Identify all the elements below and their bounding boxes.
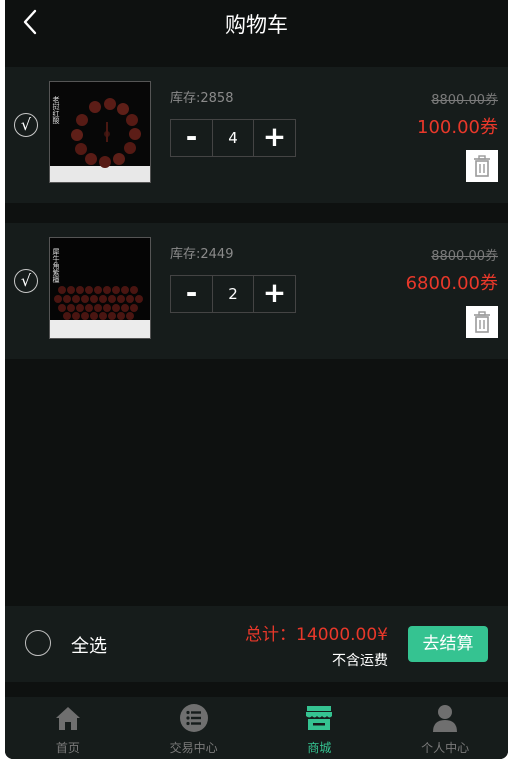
cart-item: √ 犀牛角紫檀 库存:2449 - 2 + 8800.00券 6800.00券 (5, 223, 508, 359)
quantity-stepper: - 2 + (170, 275, 296, 313)
quantity-stepper: - 4 + (170, 119, 296, 157)
checkout-button[interactable]: 去结算 (408, 626, 488, 662)
current-price: 6800.00券 (405, 273, 498, 294)
original-price: 8800.00券 (431, 93, 498, 108)
original-price: 8800.00券 (431, 249, 498, 264)
item-checkbox[interactable]: √ (14, 113, 38, 137)
increase-button[interactable]: + (254, 276, 295, 312)
trash-icon[interactable] (466, 150, 498, 182)
quantity-value[interactable]: 4 (212, 120, 254, 156)
product-image[interactable]: 犀牛角紫檀 (49, 237, 151, 339)
tab-label: 首页 (55, 741, 80, 755)
decrease-button[interactable]: - (171, 120, 212, 156)
product-image[interactable]: 老挝红酸 (49, 81, 151, 183)
tab-home[interactable]: 首页 (5, 697, 131, 759)
select-all-label[interactable]: 全选 (71, 632, 107, 658)
home-icon (53, 703, 83, 733)
cart-item: √ 老挝红酸 库存:2858 - 4 + 8800.00券 100.00券 (5, 67, 508, 203)
tab-label: 商城 (307, 741, 332, 755)
trash-icon[interactable] (466, 306, 498, 338)
item-checkbox[interactable]: √ (14, 269, 38, 293)
tab-label: 交易中心 (169, 741, 218, 755)
tab-profile[interactable]: 个人中心 (382, 697, 508, 759)
image-caption: 老挝红酸 (52, 95, 60, 125)
user-icon (430, 703, 460, 733)
tab-store[interactable]: 商城 (257, 697, 383, 759)
page-title: 购物车 (225, 13, 288, 37)
tab-label: 个人中心 (421, 741, 470, 755)
tab-trading-center[interactable]: 交易中心 (131, 697, 257, 759)
current-price: 100.00券 (417, 117, 498, 138)
image-caption: 犀牛角紫檀 (52, 248, 60, 284)
increase-button[interactable]: + (254, 120, 295, 156)
app-frame: 购物车 √ 老挝红酸 库存:2858 - 4 + 8800.00券 100.00… (5, 0, 508, 759)
list-icon (179, 703, 209, 733)
select-all-checkbox[interactable] (25, 630, 51, 656)
store-icon (304, 703, 334, 733)
bottom-tab-bar: 首页 交易中心 商城 个人中心 (5, 697, 508, 759)
shipping-note: 不含运费 (332, 653, 388, 669)
checkout-bar: 全选 总计：14000.00¥ 不含运费 去结算 (5, 606, 508, 682)
stock-count: 库存:2858 (170, 91, 234, 106)
stock-count: 库存:2449 (170, 247, 234, 262)
quantity-value[interactable]: 2 (212, 276, 254, 312)
decrease-button[interactable]: - (171, 276, 212, 312)
total-amount: 总计：14000.00¥ (245, 625, 388, 645)
header: 购物车 (5, 0, 508, 48)
